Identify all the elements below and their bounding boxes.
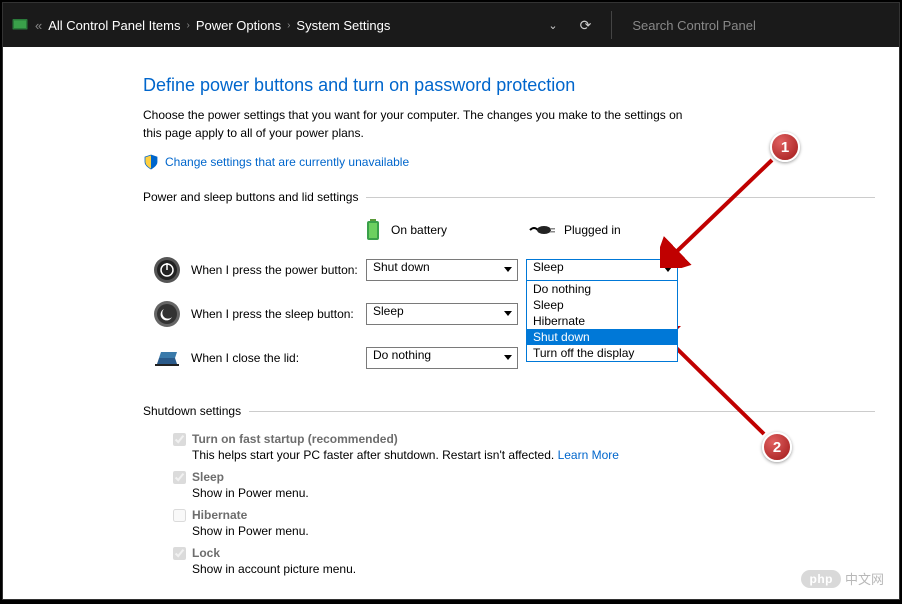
admin-link-text[interactable]: Change settings that are currently unava… — [165, 155, 409, 169]
power-button-icon — [153, 256, 181, 284]
sleep-button-icon — [153, 300, 181, 328]
checkbox-label: Lock — [192, 546, 220, 560]
dropdown-list: Do nothing Sleep Hibernate Shut down Tur… — [526, 280, 678, 362]
content-area: Define power buttons and turn on passwor… — [3, 47, 899, 599]
checkbox-description: Show in Power menu. — [192, 486, 875, 500]
row-label: When I press the power button: — [191, 263, 366, 277]
fieldset-legend: Power and sleep buttons and lid settings — [143, 190, 366, 204]
sleep-checkbox — [173, 471, 186, 484]
sleep-row: Sleep Show in Power menu. — [173, 470, 875, 500]
annotation-arrow-1 — [660, 148, 790, 268]
checkbox-label: Turn on fast startup (recommended) — [192, 432, 398, 446]
close-lid-battery-select[interactable]: Do nothing — [366, 347, 518, 369]
checkbox-label: Sleep — [192, 470, 224, 484]
row-label: When I press the sleep button: — [191, 307, 366, 321]
chevron-right-icon: › — [186, 20, 189, 31]
breadcrumb: All Control Panel Items › Power Options … — [48, 18, 390, 33]
fieldset-legend: Shutdown settings — [143, 404, 249, 418]
checkbox-description: Show in Power menu. — [192, 524, 875, 538]
shield-icon — [143, 154, 159, 170]
dropdown-option-selected[interactable]: Shut down — [527, 329, 677, 345]
page-description: Choose the power settings that you want … — [143, 106, 703, 142]
plug-icon — [528, 222, 556, 238]
hibernate-checkbox — [173, 509, 186, 522]
control-panel-icon — [11, 16, 29, 34]
checkbox-description: Show in account picture menu. — [192, 562, 875, 576]
chevron-down-icon[interactable]: ⌄ — [542, 19, 563, 32]
dropdown-option[interactable]: Turn off the display — [527, 345, 677, 361]
refresh-icon[interactable]: ⟳ — [570, 17, 602, 34]
dropdown-option[interactable]: Sleep — [527, 297, 677, 313]
fast-startup-checkbox — [173, 433, 186, 446]
page-title: Define power buttons and turn on passwor… — [143, 75, 875, 96]
watermark-badge: php — [801, 570, 841, 588]
laptop-lid-icon — [153, 344, 181, 372]
power-button-plugged-select[interactable]: Sleep — [526, 259, 678, 281]
watermark-text: 中文网 — [845, 569, 884, 588]
breadcrumb-item[interactable]: All Control Panel Items — [48, 18, 180, 33]
divider — [611, 11, 612, 39]
search-input[interactable]: Search Control Panel — [622, 10, 891, 40]
setting-row-sleep-button: When I press the sleep button: Sleep — [153, 300, 875, 328]
power-button-battery-select[interactable]: Shut down — [366, 259, 518, 281]
dropdown-option[interactable]: Do nothing — [527, 281, 677, 297]
sleep-button-battery-select[interactable]: Sleep — [366, 303, 518, 325]
titlebar: « All Control Panel Items › Power Option… — [3, 3, 899, 47]
watermark: php 中文网 — [801, 569, 884, 588]
lock-row: Lock Show in account picture menu. — [173, 546, 875, 576]
back-icon[interactable]: « — [35, 18, 42, 33]
breadcrumb-item[interactable]: Power Options — [196, 18, 281, 33]
chevron-right-icon: › — [287, 20, 290, 31]
lock-checkbox — [173, 547, 186, 560]
row-label: When I close the lid: — [191, 351, 366, 365]
column-header-battery: On battery — [363, 218, 518, 242]
search-placeholder: Search Control Panel — [632, 18, 756, 33]
checkbox-description: This helps start your PC faster after sh… — [192, 448, 875, 462]
dropdown-option[interactable]: Hibernate — [527, 313, 677, 329]
battery-icon — [363, 218, 383, 242]
learn-more-link[interactable]: Learn More — [558, 448, 619, 462]
breadcrumb-item[interactable]: System Settings — [296, 18, 390, 33]
checkbox-label: Hibernate — [192, 508, 247, 522]
hibernate-row: Hibernate Show in Power menu. — [173, 508, 875, 538]
